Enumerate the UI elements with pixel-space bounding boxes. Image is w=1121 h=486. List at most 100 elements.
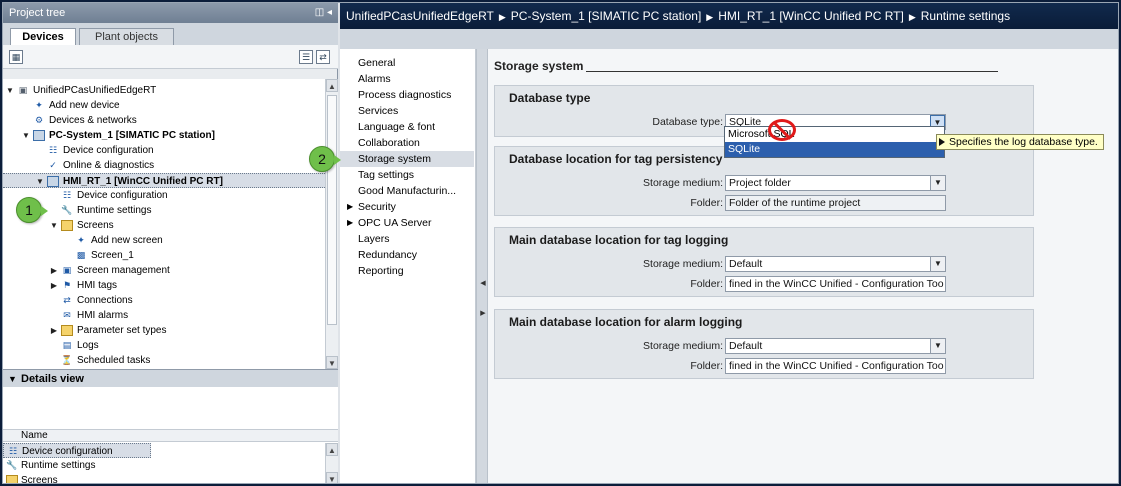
tree-item-add-new-device[interactable]: ✦ Add new device xyxy=(3,98,325,113)
tree-item-device-config-hmi[interactable]: ☷ Device configuration xyxy=(3,188,325,203)
folder-field[interactable]: fined in the WinCC Unified - Configurati… xyxy=(725,358,946,374)
scroll-down-icon[interactable]: ▼ xyxy=(326,472,338,483)
nav-item-tag-settings[interactable]: Tag settings xyxy=(340,167,474,183)
folder-label: Folder: xyxy=(690,360,723,372)
sync-icon[interactable]: ⇄ xyxy=(316,50,330,64)
expand-icon[interactable]: ▶ xyxy=(49,263,59,278)
tree-item-hmi-alarms[interactable]: ✉ HMI alarms xyxy=(3,308,325,323)
breadcrumb: UnifiedPCasUnifiedEdgeRT ▶ PC-System_1 [SI… xyxy=(340,3,1118,29)
callout-pointer-icon xyxy=(41,206,48,216)
nav-item-security[interactable]: ▶ Security xyxy=(340,199,474,215)
folder-field[interactable]: fined in the WinCC Unified - Configurati… xyxy=(725,276,946,292)
database-type-options: Microsoft SQL SQLite xyxy=(724,126,945,158)
tree-item-screen-1[interactable]: ▩ Screen_1 xyxy=(3,248,325,263)
details-scrollbar[interactable]: ▲ ▼ xyxy=(325,443,338,483)
panel-splitter[interactable]: ◀ ▶ xyxy=(476,49,488,483)
tree-item-label: HMI tags xyxy=(77,280,118,291)
details-row[interactable]: 🔧 Runtime settings xyxy=(3,458,325,473)
tree-item-project[interactable]: ▼ ▣ UnifiedPCasUnifiedEdgeRT xyxy=(3,83,325,98)
storage-medium-dropdown[interactable]: Default ▼ xyxy=(725,338,946,354)
tree-item-logs[interactable]: ▤ Logs xyxy=(3,338,325,353)
nav-item-collaboration[interactable]: Collaboration xyxy=(340,135,474,151)
tab-plant-objects[interactable]: Plant objects xyxy=(79,28,174,45)
nav-item-reporting[interactable]: Reporting xyxy=(340,263,474,279)
screen-icon: ▩ xyxy=(76,250,86,260)
scrollbar-thumb[interactable] xyxy=(327,95,337,325)
connections-icon: ⇄ xyxy=(63,295,71,305)
tree-item-screens[interactable]: ▼ Screens xyxy=(3,218,325,233)
chevron-down-icon[interactable]: ▼ xyxy=(930,176,945,190)
collapse-left-icon[interactable]: ◀ xyxy=(479,279,487,289)
expand-icon[interactable]: ▶ xyxy=(49,278,59,293)
expand-icon[interactable]: ▶ xyxy=(49,323,59,338)
project-tree-title: Project tree xyxy=(9,7,66,19)
group-title: Database type xyxy=(509,91,591,105)
option-sqlite[interactable]: SQLite xyxy=(725,142,944,157)
logs-icon: ▤ xyxy=(62,340,72,350)
details-row[interactable]: ☷ Device configuration xyxy=(3,443,151,458)
tree-item-hmi-rt[interactable]: ▼ HMI_RT_1 [WinCC Unified PC RT] xyxy=(3,173,325,188)
details-column-name[interactable]: Name xyxy=(3,429,338,442)
details-view-header[interactable]: ▼ Details view xyxy=(3,369,338,387)
expand-icon[interactable]: ▶ xyxy=(347,215,353,231)
nav-item-layers[interactable]: Layers xyxy=(340,231,474,247)
tree-item-add-new-screen[interactable]: ✦ Add new screen xyxy=(3,233,325,248)
panel-controls-icon[interactable]: ◫ ◂ xyxy=(315,3,332,23)
group-title: Main database location for alarm logging xyxy=(509,315,743,329)
tree-item-devices-networks[interactable]: ⚙ Devices & networks xyxy=(3,113,325,128)
nav-item-storage-system[interactable]: Storage system xyxy=(340,151,474,167)
project-tree: ▼ ▣ UnifiedPCasUnifiedEdgeRT ✦ Add new d… xyxy=(3,79,325,369)
option-microsoft-sql[interactable]: Microsoft SQL xyxy=(725,127,944,142)
nav-item-alarms[interactable]: Alarms xyxy=(340,71,474,87)
nav-item-opc-ua-server[interactable]: ▶ OPC UA Server xyxy=(340,215,474,231)
add-device-icon: ✦ xyxy=(35,100,43,110)
expand-icon[interactable]: ▶ xyxy=(347,199,353,215)
tab-devices[interactable]: Devices xyxy=(10,28,76,45)
nav-item-good-manufacturing[interactable]: Good Manufacturin... xyxy=(340,183,474,199)
collapse-icon[interactable]: ▼ xyxy=(49,218,59,233)
nav-item-redundancy[interactable]: Redundancy xyxy=(340,247,474,263)
folder-field[interactable]: Folder of the runtime project xyxy=(725,195,946,211)
tree-item-runtime-settings[interactable]: 🔧 Runtime settings xyxy=(3,203,325,218)
breadcrumb-hmi-rt[interactable]: HMI_RT_1 [WinCC Unified PC RT] xyxy=(718,9,904,23)
scroll-up-icon[interactable]: ▲ xyxy=(326,79,338,92)
tree-item-online-diagnostics[interactable]: ✓ Online & diagnostics xyxy=(3,158,325,173)
tree-item-label: Scheduled tasks xyxy=(77,355,151,366)
collapse-icon[interactable]: ▼ xyxy=(5,83,15,98)
chevron-down-icon[interactable]: ▼ xyxy=(8,370,17,388)
collapse-icon[interactable]: ▼ xyxy=(35,174,45,189)
tree-item-label: PC-System_1 [SIMATIC PC station] xyxy=(49,130,215,141)
tree-item-scheduled-tasks[interactable]: ⏳ Scheduled tasks xyxy=(3,353,325,368)
tree-item-screen-management[interactable]: ▶ ▣ Screen management xyxy=(3,263,325,278)
chevron-down-icon[interactable]: ▼ xyxy=(930,257,945,271)
breadcrumb-pc-system[interactable]: PC-System_1 [SIMATIC PC station] xyxy=(511,9,702,23)
nav-item-general[interactable]: General xyxy=(340,55,474,71)
overview-icon[interactable]: ▦ xyxy=(9,50,23,64)
chevron-down-icon[interactable]: ▼ xyxy=(930,339,945,353)
tree-item-label: Add new screen xyxy=(91,235,163,246)
collapse-right-icon[interactable]: ▶ xyxy=(479,309,487,319)
nav-item-services[interactable]: Services xyxy=(340,103,474,119)
pc-station-icon xyxy=(33,130,45,141)
tree-item-pc-system[interactable]: ▼ PC-System_1 [SIMATIC PC station] xyxy=(3,128,325,143)
callout-number: 1 xyxy=(25,202,33,218)
storage-medium-dropdown[interactable]: Default ▼ xyxy=(725,256,946,272)
scroll-up-icon[interactable]: ▲ xyxy=(326,443,338,456)
nav-item-process-diagnostics[interactable]: Process diagnostics xyxy=(340,87,474,103)
tree-item-device-config-pc[interactable]: ☷ Device configuration xyxy=(3,143,325,158)
project-tree-tabs: Devices Plant objects xyxy=(3,23,338,45)
view-list-icon[interactable]: ☰ xyxy=(299,50,313,64)
tree-item-connections[interactable]: ⇄ Connections xyxy=(3,293,325,308)
storage-medium-dropdown[interactable]: Project folder ▼ xyxy=(725,175,946,191)
storage-medium-label: Storage medium: xyxy=(643,340,723,352)
tree-item-hmi-tags[interactable]: ▶ ⚑ HMI tags xyxy=(3,278,325,293)
details-row[interactable]: Screens xyxy=(3,473,325,483)
folder-icon xyxy=(6,475,18,483)
nav-item-language-font[interactable]: Language & font xyxy=(340,119,474,135)
collapse-icon[interactable]: ▼ xyxy=(21,128,31,143)
project-tree-scrollbar[interactable]: ▲ ▼ xyxy=(325,79,338,369)
scroll-down-icon[interactable]: ▼ xyxy=(326,356,338,369)
breadcrumb-project[interactable]: UnifiedPCasUnifiedEdgeRT xyxy=(346,9,494,23)
tree-item-parameter-set-types[interactable]: ▶ Parameter set types xyxy=(3,323,325,338)
nav-item-label: Security xyxy=(358,201,396,213)
